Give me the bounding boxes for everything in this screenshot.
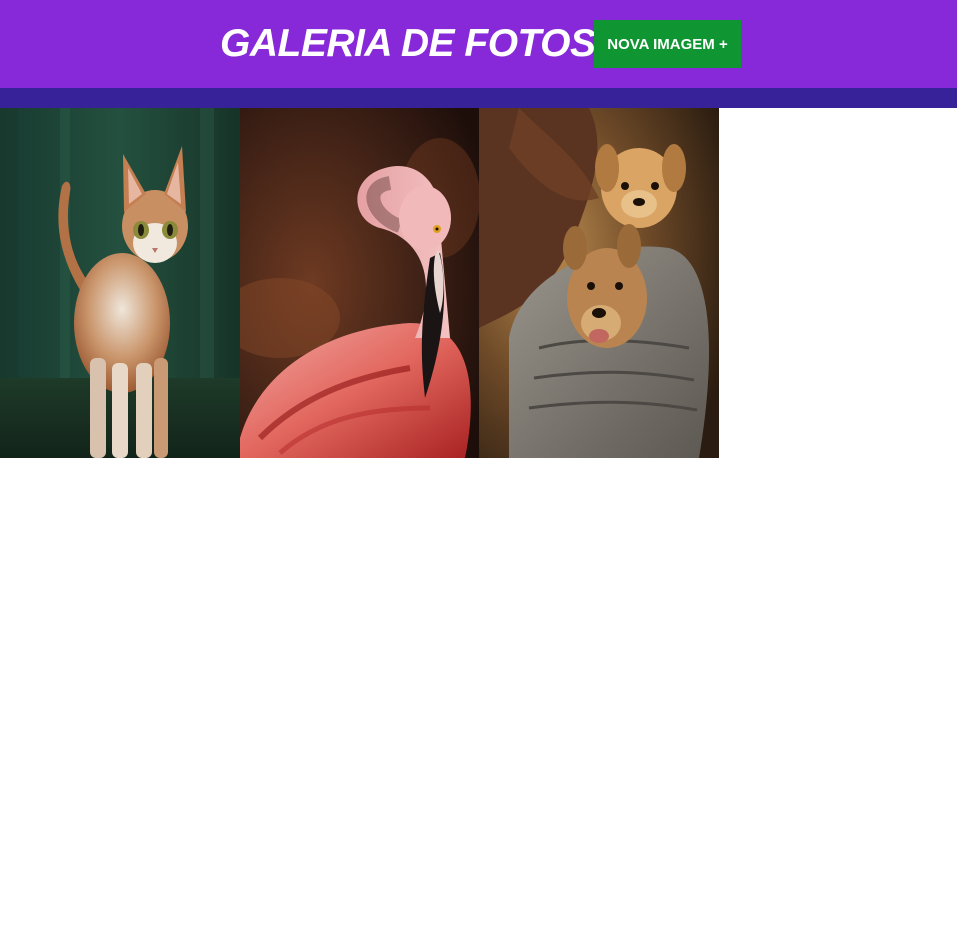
page-title: GALERIA DE FOTOS [220, 22, 596, 65]
gallery-photo-cat[interactable] [0, 108, 240, 458]
photo-gallery [0, 108, 719, 458]
gallery-photo-flamingo[interactable] [240, 108, 479, 458]
cat-image [0, 108, 240, 458]
gallery-photo-puppies[interactable] [479, 108, 719, 458]
puppies-image [479, 108, 719, 458]
flamingo-image [240, 108, 479, 458]
header-sub-bar [0, 88, 957, 108]
new-image-button[interactable]: NOVA IMAGEM + [594, 20, 741, 68]
page-header: GALERIA DE FOTOS NOVA IMAGEM + [0, 0, 957, 88]
